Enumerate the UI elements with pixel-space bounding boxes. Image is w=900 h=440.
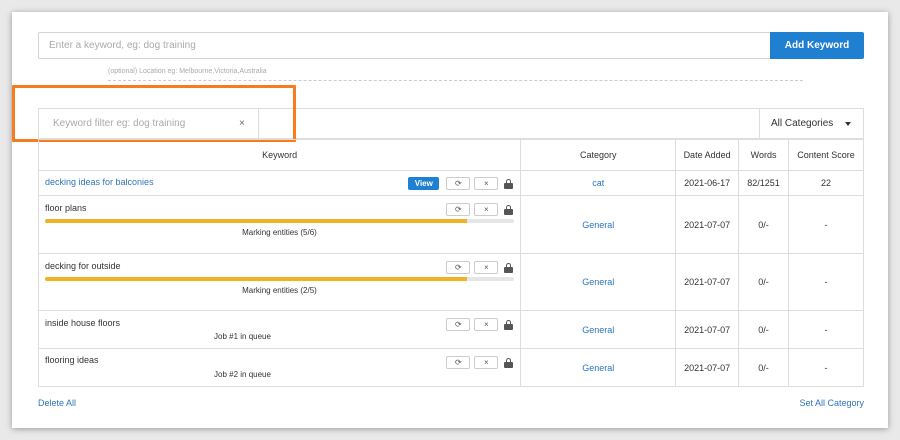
category-select[interactable]: All Categories <box>759 109 863 138</box>
lock-icon[interactable] <box>504 319 514 330</box>
progress-status: Marking entities (5/6) <box>242 228 317 237</box>
progress-bar <box>45 219 514 223</box>
keyword-cell: flooring ideas ⟳ × Job #2 in queue <box>37 348 522 387</box>
keyword-link[interactable]: decking ideas for balconies <box>45 177 154 187</box>
remove-icon[interactable]: × <box>474 261 499 274</box>
view-button[interactable]: View <box>408 177 440 190</box>
keyword-cell: inside house floors ⟳ × Job #1 in queue <box>37 310 522 349</box>
category-link[interactable]: cat <box>520 170 677 196</box>
content-score-cell: 22 <box>788 170 864 196</box>
remove-icon[interactable]: × <box>474 318 499 331</box>
delete-all-link[interactable]: Delete All <box>38 398 76 408</box>
lock-icon[interactable] <box>504 357 514 368</box>
header-keyword[interactable]: Keyword <box>37 139 522 171</box>
progress-fill <box>45 277 468 281</box>
date-added-cell: 2021-07-07 <box>675 310 740 349</box>
keywords-table: Keyword Category Date Added Words Conten… <box>37 139 864 387</box>
remove-icon[interactable]: × <box>474 203 499 216</box>
header-date-added[interactable]: Date Added <box>675 139 740 171</box>
progress-status: Marking entities (2/5) <box>242 286 317 295</box>
row-actions: ⟳ × <box>446 261 514 274</box>
content-score-cell: - <box>788 253 864 311</box>
table-row: decking ideas for balconies View ⟳ × cat… <box>37 170 864 196</box>
keyword-cell: decking for outside ⟳ × Marking entities… <box>37 253 522 311</box>
category-link[interactable]: General <box>520 310 677 349</box>
table-row: inside house floors ⟳ × Job #1 in queue … <box>37 310 864 349</box>
date-added-cell: 2021-06-17 <box>675 170 740 196</box>
row-actions: ⟳ × <box>446 203 514 216</box>
queue-status: Job #2 in queue <box>214 370 271 379</box>
refresh-icon[interactable]: ⟳ <box>446 203 471 216</box>
words-cell: 0/- <box>738 253 790 311</box>
keyword-label: decking for outside <box>45 261 121 271</box>
refresh-icon[interactable]: ⟳ <box>446 261 471 274</box>
category-link[interactable]: General <box>520 253 677 311</box>
keyword-input[interactable]: Enter a keyword, eg: dog training <box>38 32 770 59</box>
highlight-box <box>12 85 296 142</box>
refresh-icon[interactable]: ⟳ <box>446 177 471 190</box>
lock-icon[interactable] <box>504 262 514 273</box>
keyword-cell: decking ideas for balconies View ⟳ × <box>37 170 522 196</box>
date-added-cell: 2021-07-07 <box>675 253 740 311</box>
category-link[interactable]: General <box>520 348 677 387</box>
words-cell: 0/- <box>738 348 790 387</box>
refresh-icon[interactable]: ⟳ <box>446 356 471 369</box>
category-link[interactable]: General <box>520 195 677 254</box>
words-cell: 82/1251 <box>738 170 790 196</box>
queue-status: Job #1 in queue <box>214 332 271 341</box>
location-field[interactable]: (optional) Location eg: Melbourne,Victor… <box>108 68 267 75</box>
keyword-label: flooring ideas <box>45 355 99 365</box>
lock-icon[interactable] <box>504 204 514 215</box>
remove-icon[interactable]: × <box>474 177 499 190</box>
date-added-cell: 2021-07-07 <box>675 195 740 254</box>
location-field-underline <box>108 80 803 81</box>
header-words[interactable]: Words <box>738 139 790 171</box>
content-score-cell: - <box>788 310 864 349</box>
content-score-cell: - <box>788 195 864 254</box>
refresh-icon[interactable]: ⟳ <box>446 318 471 331</box>
lock-icon[interactable] <box>504 178 514 189</box>
words-cell: 0/- <box>738 195 790 254</box>
keyword-cell: floor plans ⟳ × Marking entities (5/6) <box>37 195 522 254</box>
progress-fill <box>45 219 468 223</box>
keyword-label: floor plans <box>45 203 87 213</box>
header-content-score[interactable]: Content Score <box>788 139 864 171</box>
category-select-label: All Categories <box>771 118 834 129</box>
row-actions: ⟳ × <box>446 318 514 331</box>
table-row: decking for outside ⟳ × Marking entities… <box>37 253 864 311</box>
header-category[interactable]: Category <box>520 139 677 171</box>
table-header-row: Keyword Category Date Added Words Conten… <box>37 139 864 171</box>
add-keyword-button[interactable]: Add Keyword <box>770 32 864 59</box>
set-all-category-link[interactable]: Set All Category <box>799 398 864 408</box>
words-cell: 0/- <box>738 310 790 349</box>
caret-down-icon <box>845 122 851 126</box>
date-added-cell: 2021-07-07 <box>675 348 740 387</box>
keyword-label: inside house floors <box>45 318 121 328</box>
table-row: floor plans ⟳ × Marking entities (5/6) G… <box>37 195 864 254</box>
content-score-cell: - <box>788 348 864 387</box>
row-actions: ⟳ × <box>446 356 514 369</box>
row-actions: View ⟳ × <box>408 177 514 190</box>
progress-bar <box>45 277 514 281</box>
remove-icon[interactable]: × <box>474 356 499 369</box>
table-row: flooring ideas ⟳ × Job #2 in queue Gener… <box>37 348 864 387</box>
